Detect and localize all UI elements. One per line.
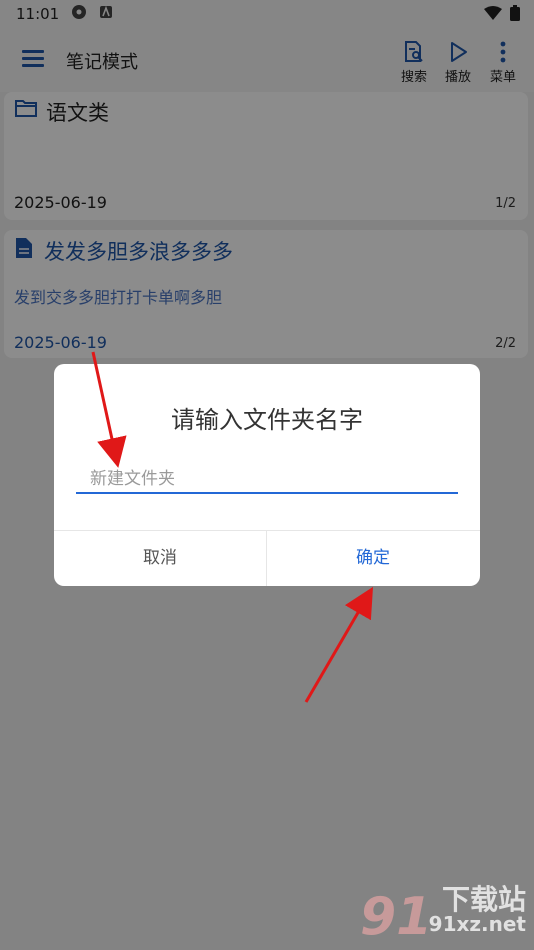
folder-name-input[interactable] <box>76 468 458 494</box>
new-folder-dialog: 请输入文件夹名字 取消 确定 <box>54 364 480 586</box>
watermark: 91 下载站 91xz.net <box>358 876 528 947</box>
dialog-title: 请输入文件夹名字 <box>171 406 363 434</box>
cancel-button[interactable]: 取消 <box>54 531 266 586</box>
watermark-site: 91xz.net <box>428 912 526 936</box>
svg-text:91: 91 <box>360 887 432 942</box>
confirm-button[interactable]: 确定 <box>267 531 479 586</box>
